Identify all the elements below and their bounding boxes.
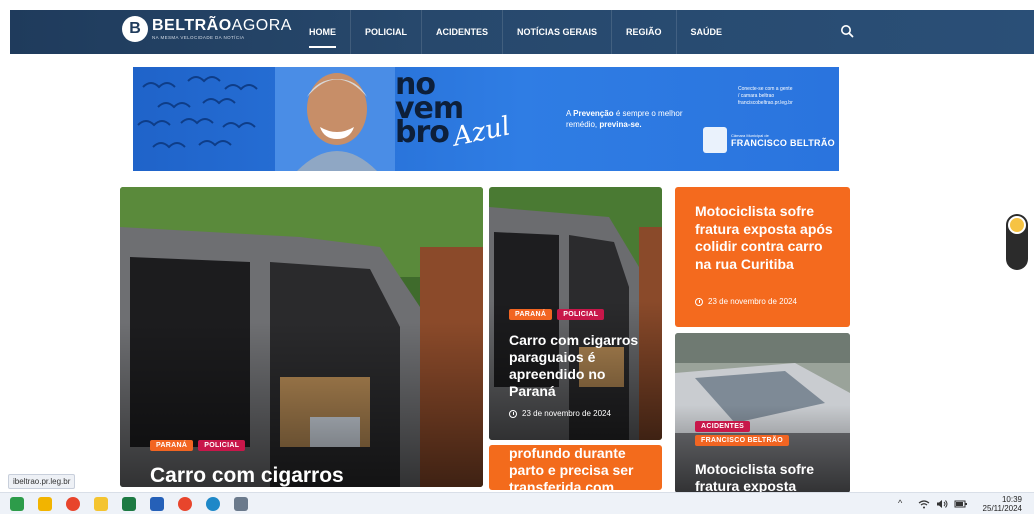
crest-icon — [703, 127, 727, 153]
chrome-profile-icon[interactable] — [178, 497, 192, 511]
tag-parana[interactable]: PARANÁ — [509, 309, 553, 320]
article-card-accident[interactable]: ACIDENTES FRANCISCO BELTRÃO Motociclista… — [675, 333, 850, 493]
clock-date: 25/11/2024 — [982, 504, 1022, 513]
prev-bold-2: previna-se. — [599, 120, 642, 129]
logo-title: BELTRÃOAGORA — [152, 17, 292, 35]
contact-line-2: / camara beltrao — [738, 93, 775, 99]
article-card-featured[interactable]: PARANÁ POLICIAL Carro com cigarros — [120, 187, 483, 487]
big-card-tags: PARANÁ POLICIAL — [150, 440, 246, 451]
article-card-orange[interactable]: Motociclista sofre fratura exposta após … — [675, 187, 850, 327]
tray-caret-icon[interactable]: ^ — [898, 498, 902, 508]
banner-contact: Conecte-se com a gente / camara beltrao … — [738, 86, 828, 107]
camara-big-label: FRANCISCO BELTRÃO — [731, 137, 835, 148]
tag-policial[interactable]: POLICIAL — [557, 309, 605, 320]
photo2-card-headline[interactable]: Motociclista sofre fratura exposta — [695, 461, 845, 493]
page: B BELTRÃOAGORA NA MESMA VELOCIDADE DA NO… — [0, 0, 1034, 514]
excel-icon[interactable] — [122, 497, 136, 511]
logo-mark: B — [122, 16, 148, 42]
camara-text: Câmara Municipal de FRANCISCO BELTRÃO — [731, 133, 835, 148]
nav-regiao[interactable]: REGIÃO — [611, 10, 676, 54]
prev-bold-1: Prevenção — [573, 109, 614, 118]
battery-icon[interactable] — [954, 499, 968, 509]
mid-card-tags: PARANÁ POLICIAL — [509, 309, 605, 320]
edge-icon[interactable] — [206, 497, 220, 511]
tag-francisco-beltrao[interactable]: FRANCISCO BELTRÃO — [695, 435, 789, 446]
tag-policial[interactable]: POLICIAL — [198, 440, 246, 451]
top-navbar: B BELTRÃOAGORA NA MESMA VELOCIDADE DA NO… — [10, 10, 1034, 54]
drive-icon[interactable] — [38, 497, 52, 511]
novembro-azul-banner[interactable]: no vem bro Azul A Prevenção é sempre o m… — [133, 67, 839, 171]
tag-acidentes[interactable]: ACIDENTES — [695, 421, 751, 432]
mid2-card-headline[interactable]: profundo durante parto e precisa ser tra… — [509, 445, 654, 490]
link-status-url: ibeltrao.pr.leg.br — [8, 474, 76, 489]
logo-title-bold: BELTRÃO — [152, 17, 232, 34]
orange-card-headline[interactable]: Motociclista sofre fratura exposta após … — [695, 203, 840, 273]
clock-display[interactable]: 10:39 25/11/2024 — [976, 495, 1022, 513]
clock-icon — [509, 409, 517, 418]
logo-title-light: AGORA — [231, 17, 292, 34]
article-card-middle-2[interactable]: profundo durante parto e precisa ser tra… — [489, 445, 662, 490]
main-menu: HOME POLICIAL ACIDENTES NOTÍCIAS GERAIS … — [295, 10, 736, 54]
search-icon[interactable] — [840, 24, 854, 38]
logo-tagline: NA MESMA VELOCIDADE DA NOTÍCIA — [152, 35, 245, 40]
wifi-icon[interactable] — [918, 499, 930, 509]
theme-toggle[interactable] — [1006, 214, 1028, 270]
orange-card-date-text: 23 de novembro de 2024 — [708, 297, 797, 306]
nav-acidentes[interactable]: ACIDENTES — [421, 10, 502, 54]
nav-saude[interactable]: SAÚDE — [675, 10, 737, 54]
card-gradient — [120, 322, 483, 487]
nav-noticias-gerais[interactable]: NOTÍCIAS GERAIS — [502, 10, 611, 54]
word-icon[interactable] — [150, 497, 164, 511]
site-logo[interactable]: B BELTRÃOAGORA NA MESMA VELOCIDADE DA NO… — [122, 16, 292, 42]
clock-time: 10:39 — [1001, 495, 1022, 504]
nav-policial[interactable]: POLICIAL — [350, 10, 421, 54]
clock-icon — [695, 297, 703, 306]
camara-logo: Câmara Municipal de FRANCISCO BELTRÃO — [703, 127, 835, 153]
file-explorer-icon[interactable] — [94, 497, 108, 511]
mid-card-date-text: 23 de novembro de 2024 — [522, 409, 611, 418]
article-card-middle[interactable]: PARANÁ POLICIAL Carro com cigarros parag… — [489, 187, 662, 440]
orange-card-date: 23 de novembro de 2024 — [695, 297, 797, 306]
contact-line-3: franciscobeltrao.pr.leg.br — [738, 100, 793, 106]
mustache-pattern — [137, 76, 258, 149]
logo-text: BELTRÃOAGORA NA MESMA VELOCIDADE DA NOTÍ… — [152, 17, 292, 41]
nav-home[interactable]: HOME — [295, 10, 350, 54]
windows-taskbar: ^ 10:39 25/11/2024 — [0, 492, 1034, 514]
smiling-man-photo — [275, 67, 395, 171]
mid-card-date: 23 de novembro de 2024 — [509, 409, 611, 418]
photo2-card-tags: ACIDENTES FRANCISCO BELTRÃO — [695, 421, 789, 446]
big-card-headline[interactable]: Carro com cigarros — [150, 464, 470, 487]
chrome-icon[interactable] — [66, 497, 80, 511]
volume-icon[interactable] — [936, 499, 948, 509]
tag-parana[interactable]: PARANÁ — [150, 440, 194, 451]
sun-icon — [1008, 216, 1026, 234]
banner-prevention-text: A Prevenção é sempre o melhor remédio, p… — [566, 108, 696, 130]
mid-card-headline[interactable]: Carro com cigarros paraguaios é apreendi… — [509, 332, 654, 400]
whatsapp-icon[interactable] — [10, 497, 24, 511]
contact-line-1: Conecte-se com a gente — [738, 86, 793, 92]
settings-gear-icon[interactable] — [234, 497, 248, 511]
